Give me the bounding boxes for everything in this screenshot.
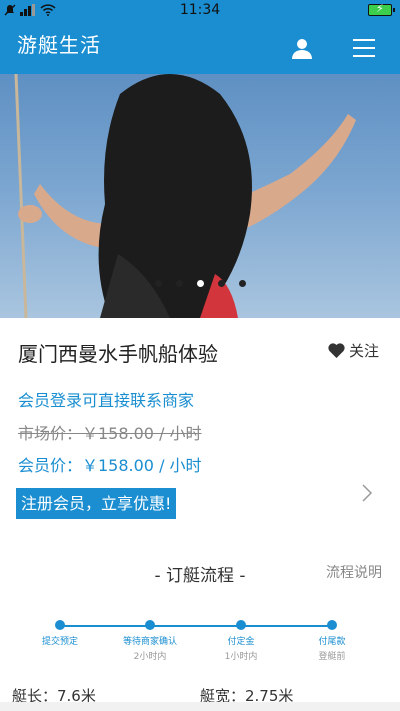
follow-label: 关注 [349, 342, 380, 360]
market-price: 市场价：￥158.00 / 小时 [18, 424, 202, 443]
user-icon[interactable] [290, 36, 314, 60]
battery-icon: ⚡ [368, 2, 395, 16]
bottom-bar [0, 702, 400, 711]
heart-icon [328, 343, 345, 358]
follow-button[interactable]: 关注 [328, 340, 379, 361]
process-step: 付定金 1小时内 [201, 620, 281, 662]
contact-notice[interactable]: 会员登录可直接联系商家 [18, 387, 194, 411]
carousel-dot[interactable] [154, 280, 162, 287]
carousel-dot[interactable] [217, 280, 225, 287]
carousel-dot[interactable] [175, 280, 183, 287]
status-bar: 11:34 ⚡ [0, 0, 400, 20]
carousel-dot-active[interactable] [196, 280, 204, 287]
process-step: 付尾款 登艇前 [292, 620, 372, 662]
chevron-right-icon[interactable] [360, 483, 374, 503]
status-time: 11:34 [179, 2, 221, 18]
step-node [145, 620, 155, 630]
step-sub: 1小时内 [224, 652, 258, 662]
register-button[interactable]: 注册会员，立享优惠! [16, 488, 177, 519]
menu-icon[interactable] [350, 34, 378, 62]
product-title: 厦门西曼水手帆船体验 [18, 342, 218, 366]
hero-carousel[interactable] [0, 74, 400, 318]
process-step: 等待商家确认 2小时内 [110, 620, 190, 662]
process-info-link[interactable]: 流程说明 [326, 562, 382, 582]
app-title: 游艇生活 [17, 33, 101, 57]
step-label: 提交预定 [41, 637, 78, 647]
step-node [55, 620, 65, 630]
carousel-indicator [0, 280, 400, 287]
step-sub: 2小时内 [133, 652, 167, 662]
step-label: 付尾款 [318, 637, 346, 647]
step-sub: 登艇前 [318, 652, 346, 662]
step-label: 付定金 [227, 637, 255, 647]
step-node [327, 620, 337, 630]
step-node [236, 620, 246, 630]
step-label: 等待商家确认 [122, 637, 177, 647]
process-step: 提交预定 [20, 620, 100, 649]
member-price: 会员价：￥158.00 / 小时 [18, 456, 202, 475]
carousel-dot[interactable] [238, 280, 246, 287]
app-header: 游艇生活 [0, 20, 400, 74]
